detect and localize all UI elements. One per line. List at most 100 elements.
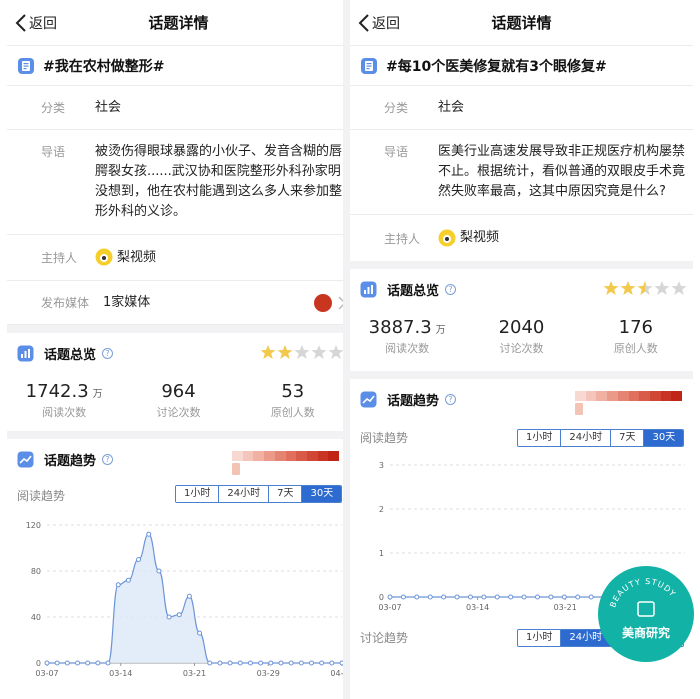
category-row: 分类 社会 bbox=[350, 86, 693, 130]
overview-header: 话题总览 ? bbox=[7, 333, 350, 373]
section-gap bbox=[350, 261, 693, 269]
help-icon[interactable]: ? bbox=[102, 347, 114, 359]
stat-value: 964 bbox=[161, 381, 196, 402]
stat-label: 讨论次数 bbox=[156, 406, 201, 419]
host-label: 主持人 bbox=[384, 231, 421, 246]
trend-title: 话题趋势 bbox=[387, 393, 440, 409]
data-point bbox=[454, 594, 460, 600]
tab-30d[interactable]: 30天 bbox=[301, 486, 342, 502]
heat-segment bbox=[617, 391, 629, 401]
tab-1h[interactable]: 1小时 bbox=[176, 486, 219, 502]
data-point bbox=[441, 594, 447, 600]
heat-segment bbox=[596, 391, 608, 401]
help-icon[interactable]: ? bbox=[445, 393, 457, 405]
stat-creators: 176 原创人数 bbox=[579, 317, 693, 356]
help-icon[interactable]: ? bbox=[102, 453, 114, 465]
guide-row: 导语 医美行业高速发展导致非正规医疗机构屡禁不止。根据统计，看似普通的双眼皮手术… bbox=[350, 130, 693, 215]
star-icon bbox=[671, 281, 687, 295]
help-icon[interactable]: ? bbox=[445, 283, 457, 295]
reading-trend-chart: 0408012003-0703-1403-2103-2904-05 bbox=[26, 521, 350, 678]
host-label: 主持人 bbox=[41, 251, 78, 265]
host-value[interactable]: 梨视频 bbox=[95, 248, 156, 268]
star-icon bbox=[654, 281, 670, 295]
y-tick-label: 0 bbox=[379, 593, 384, 602]
stat-value: 1742.3 bbox=[25, 381, 89, 402]
section-gap bbox=[7, 325, 350, 333]
guide-label: 导语 bbox=[384, 145, 409, 159]
y-tick-label: 0 bbox=[36, 659, 41, 668]
back-button[interactable]: 返回 bbox=[15, 0, 57, 46]
data-point bbox=[156, 568, 162, 574]
back-button[interactable]: 返回 bbox=[358, 0, 400, 46]
media-value: 1家媒体 bbox=[103, 294, 151, 310]
overview-title: 话题总览 bbox=[387, 283, 440, 299]
host-value[interactable]: 梨视频 bbox=[438, 228, 499, 248]
guide-row: 导语 被烫伤得眼球暴露的小伙子、发音含糊的唇腭裂女孩......武汉协和医院整形… bbox=[7, 130, 350, 235]
star-icon bbox=[620, 281, 636, 295]
stat-discussions: 2040 讨论次数 bbox=[464, 317, 578, 356]
trend-header: 话题趋势 ? bbox=[7, 439, 350, 479]
stat-unit: 万 bbox=[92, 389, 103, 400]
page-title: 话题详情 bbox=[491, 14, 552, 32]
data-point bbox=[247, 660, 253, 666]
data-point bbox=[278, 660, 284, 666]
tab-7d[interactable]: 7天 bbox=[610, 430, 644, 446]
heat-segment bbox=[649, 391, 661, 401]
data-point bbox=[237, 660, 243, 666]
data-point bbox=[217, 660, 223, 666]
tab-1h[interactable]: 1小时 bbox=[518, 430, 561, 446]
heat-segment bbox=[575, 391, 586, 401]
overview-stats: 3887.3 万 阅读次数 2040 讨论次数 176 原创人数 bbox=[350, 309, 693, 371]
heat-gradient-bar bbox=[232, 451, 340, 461]
topic-row: #每10个医美修复就有3个眼修复# bbox=[350, 46, 693, 86]
x-tick-label: 03-29 bbox=[257, 669, 280, 678]
x-tick-label: 03-07 bbox=[35, 669, 58, 678]
trend-chart-icon bbox=[17, 451, 34, 467]
guide-text: 被烫伤得眼球暴露的小伙子、发音含糊的唇腭裂女孩......武汉协和医院整形外科孙… bbox=[95, 144, 343, 219]
left-topic-pane: 返回 话题详情 #我在农村做整形# 分类 社会 导语 被烫伤得眼球暴露的小伙子、… bbox=[7, 0, 350, 699]
star-icon bbox=[328, 345, 344, 359]
chevron-left-icon bbox=[358, 14, 369, 32]
data-point bbox=[319, 660, 325, 666]
star-icon bbox=[311, 345, 327, 359]
data-point bbox=[207, 660, 213, 666]
heat-segment bbox=[285, 451, 297, 461]
data-point bbox=[561, 594, 567, 600]
nav-bar: 返回 话题详情 bbox=[7, 0, 350, 46]
bar-chart-icon bbox=[17, 345, 34, 361]
tab-1h[interactable]: 1小时 bbox=[518, 630, 561, 646]
heat-segment bbox=[317, 451, 329, 461]
stat-value: 176 bbox=[618, 317, 653, 338]
heat-segment bbox=[253, 451, 265, 461]
stat-discussions: 964 讨论次数 bbox=[121, 381, 235, 420]
beauty-study-watermark-logo: BEAUTY STUDY 美商研究 bbox=[598, 566, 694, 662]
data-point bbox=[494, 594, 500, 600]
heat-segment bbox=[639, 391, 650, 401]
heat-segment bbox=[306, 451, 318, 461]
guide-text: 医美行业高速发展导致非正规医疗机构屡禁不止。根据统计，看似普通的双眼皮手术竟然失… bbox=[438, 144, 686, 199]
tab-30d[interactable]: 30天 bbox=[643, 430, 684, 446]
tab-24h[interactable]: 24小时 bbox=[560, 430, 611, 446]
x-tick-label: 03-21 bbox=[183, 669, 206, 678]
media-row[interactable]: 发布媒体 1家媒体 bbox=[7, 281, 350, 325]
stat-label: 讨论次数 bbox=[499, 342, 544, 355]
tab-24h[interactable]: 24小时 bbox=[218, 486, 269, 502]
heat-segment bbox=[328, 451, 340, 461]
tab-7d[interactable]: 7天 bbox=[268, 486, 302, 502]
data-point bbox=[268, 660, 274, 666]
pane-divider bbox=[343, 0, 350, 699]
heat-segment bbox=[671, 391, 683, 401]
trend-title: 话题趋势 bbox=[44, 453, 97, 469]
data-point bbox=[75, 660, 81, 666]
data-point bbox=[588, 594, 594, 600]
data-point bbox=[481, 594, 487, 600]
reading-trend-block: 阅读趋势 1小时 24小时 7天 30天 0 40 80 120 03-07 03-14 03-2… bbox=[7, 479, 350, 689]
media-avatar-icon bbox=[314, 294, 332, 312]
heat-segment bbox=[274, 451, 286, 461]
data-point bbox=[258, 660, 264, 666]
trend-chart-icon bbox=[360, 391, 377, 407]
stat-label: 原创人数 bbox=[613, 342, 658, 355]
page-title: 话题详情 bbox=[148, 14, 209, 32]
heat-segment bbox=[607, 391, 618, 401]
data-point bbox=[95, 660, 101, 666]
